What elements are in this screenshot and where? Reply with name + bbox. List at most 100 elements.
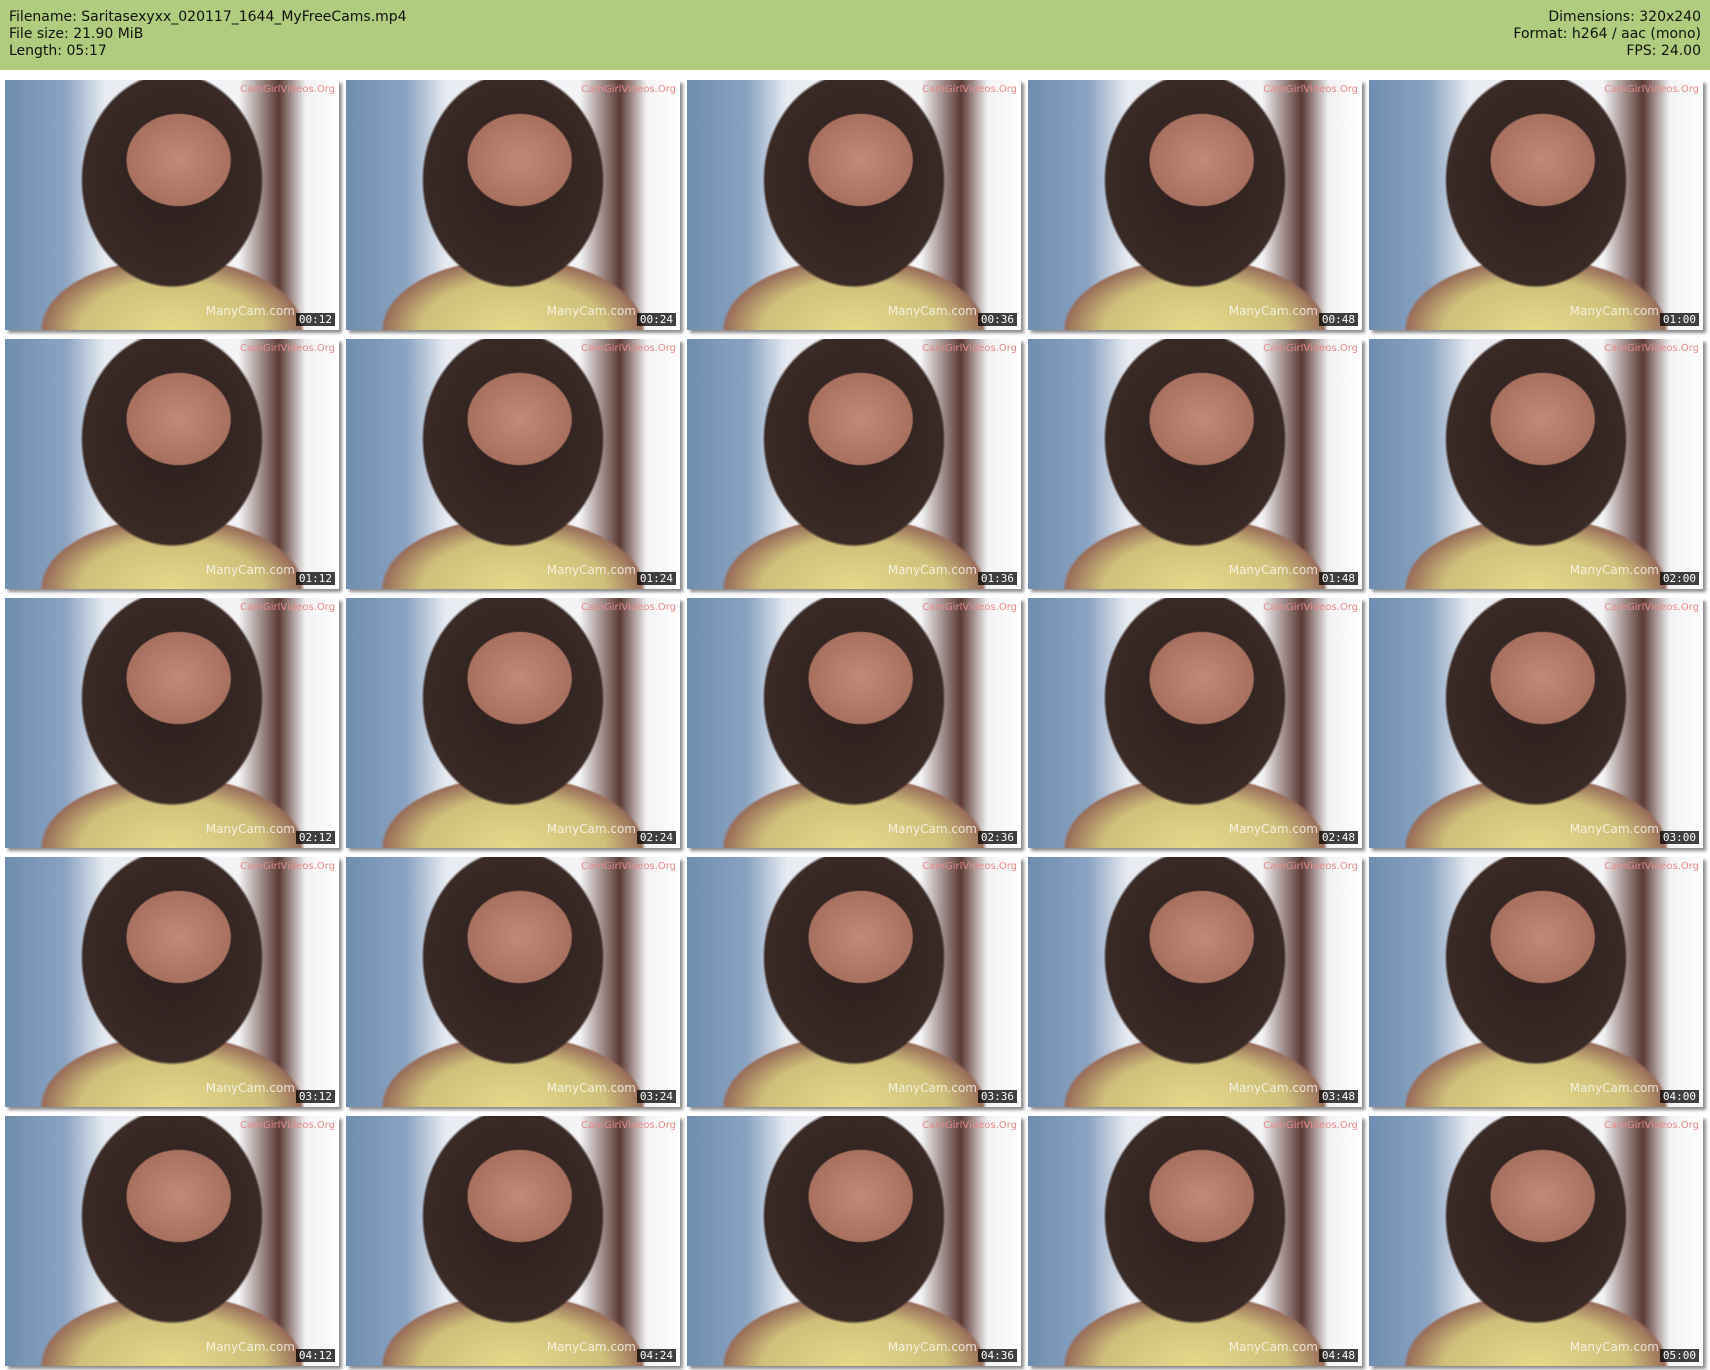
video-thumbnail[interactable]: CamGirlVideos.Org ManyCam.com 04:48 [1028, 1116, 1362, 1366]
watermark-bottom: ManyCam.com [1569, 563, 1659, 577]
watermark-top: CamGirlVideos.Org [240, 602, 335, 613]
watermark-top: CamGirlVideos.Org [922, 84, 1017, 95]
video-thumbnail[interactable]: CamGirlVideos.Org ManyCam.com 00:12 [5, 80, 339, 330]
watermark-top: CamGirlVideos.Org [581, 861, 676, 872]
watermark-top: CamGirlVideos.Org [1263, 602, 1358, 613]
timestamp: 01:48 [1318, 572, 1358, 585]
watermark-bottom: ManyCam.com [205, 563, 295, 577]
timestamp: 02:36 [977, 831, 1017, 844]
video-thumbnail[interactable]: CamGirlVideos.Org ManyCam.com 04:24 [346, 1116, 680, 1366]
timestamp: 03:36 [977, 1090, 1017, 1103]
video-thumbnail[interactable]: CamGirlVideos.Org ManyCam.com 02:12 [5, 598, 339, 848]
watermark-top: CamGirlVideos.Org [1263, 861, 1358, 872]
watermark-bottom: ManyCam.com [1569, 1340, 1659, 1354]
watermark-top: CamGirlVideos.Org [240, 1120, 335, 1131]
watermark-top: CamGirlVideos.Org [240, 343, 335, 354]
watermark-top: CamGirlVideos.Org [922, 861, 1017, 872]
video-thumbnail[interactable]: CamGirlVideos.Org ManyCam.com 03:00 [1369, 598, 1703, 848]
watermark-top: CamGirlVideos.Org [1604, 1120, 1699, 1131]
video-thumbnail[interactable]: CamGirlVideos.Org ManyCam.com 04:36 [687, 1116, 1021, 1366]
length: Length: 05:17 [9, 43, 107, 59]
timestamp: 04:00 [1659, 1090, 1699, 1103]
video-thumbnail[interactable]: CamGirlVideos.Org ManyCam.com 02:48 [1028, 598, 1362, 848]
file-size: File size: 21.90 MiB [9, 26, 144, 42]
timestamp: 02:00 [1659, 572, 1699, 585]
timestamp: 02:48 [1318, 831, 1358, 844]
watermark-bottom: ManyCam.com [1228, 1081, 1318, 1095]
timestamp: 04:48 [1318, 1349, 1358, 1362]
video-thumbnail[interactable]: CamGirlVideos.Org ManyCam.com 01:36 [687, 339, 1021, 589]
watermark-top: CamGirlVideos.Org [240, 861, 335, 872]
thumbnail-grid: CamGirlVideos.Org ManyCam.com 00:12 CamGirl… [5, 80, 1703, 1366]
timestamp: 01:24 [636, 572, 676, 585]
info-right: Dimensions: 320x240 Format: h264 / aac (… [1513, 9, 1701, 60]
watermark-bottom: ManyCam.com [1228, 563, 1318, 577]
video-thumbnail[interactable]: CamGirlVideos.Org ManyCam.com 05:00 [1369, 1116, 1703, 1366]
watermark-top: CamGirlVideos.Org [1604, 343, 1699, 354]
timestamp: 03:24 [636, 1090, 676, 1103]
video-thumbnail[interactable]: CamGirlVideos.Org ManyCam.com 02:24 [346, 598, 680, 848]
watermark-top: CamGirlVideos.Org [922, 343, 1017, 354]
timestamp: 00:36 [977, 313, 1017, 326]
timestamp: 03:48 [1318, 1090, 1358, 1103]
video-thumbnail[interactable]: CamGirlVideos.Org ManyCam.com 03:48 [1028, 857, 1362, 1107]
watermark-bottom: ManyCam.com [205, 304, 295, 318]
watermark-top: CamGirlVideos.Org [922, 1120, 1017, 1131]
video-thumbnail[interactable]: CamGirlVideos.Org ManyCam.com 02:00 [1369, 339, 1703, 589]
timestamp: 04:36 [977, 1349, 1017, 1362]
watermark-top: CamGirlVideos.Org [1263, 1120, 1358, 1131]
timestamp: 01:36 [977, 572, 1017, 585]
video-thumbnail[interactable]: CamGirlVideos.Org ManyCam.com 02:36 [687, 598, 1021, 848]
video-thumbnail[interactable]: CamGirlVideos.Org ManyCam.com 00:48 [1028, 80, 1362, 330]
video-thumbnail[interactable]: CamGirlVideos.Org ManyCam.com 04:12 [5, 1116, 339, 1366]
video-thumbnail[interactable]: CamGirlVideos.Org ManyCam.com 03:36 [687, 857, 1021, 1107]
watermark-bottom: ManyCam.com [887, 304, 977, 318]
watermark-bottom: ManyCam.com [887, 563, 977, 577]
timestamp: 01:12 [295, 572, 335, 585]
timestamp: 05:00 [1659, 1349, 1699, 1362]
watermark-bottom: ManyCam.com [205, 1081, 295, 1095]
fps: FPS: 24.00 [1626, 43, 1701, 59]
timestamp: 02:24 [636, 831, 676, 844]
watermark-bottom: ManyCam.com [887, 822, 977, 836]
watermark-bottom: ManyCam.com [546, 1081, 636, 1095]
video-thumbnail[interactable]: CamGirlVideos.Org ManyCam.com 01:48 [1028, 339, 1362, 589]
watermark-top: CamGirlVideos.Org [1263, 84, 1358, 95]
watermark-bottom: ManyCam.com [1569, 822, 1659, 836]
watermark-top: CamGirlVideos.Org [240, 84, 335, 95]
watermark-top: CamGirlVideos.Org [581, 1120, 676, 1131]
video-thumbnail[interactable]: CamGirlVideos.Org ManyCam.com 01:24 [346, 339, 680, 589]
watermark-top: CamGirlVideos.Org [581, 84, 676, 95]
timestamp: 00:48 [1318, 313, 1358, 326]
watermark-bottom: ManyCam.com [546, 304, 636, 318]
timestamp: 04:12 [295, 1349, 335, 1362]
timestamp: 00:12 [295, 313, 335, 326]
watermark-bottom: ManyCam.com [205, 822, 295, 836]
watermark-top: CamGirlVideos.Org [581, 343, 676, 354]
info-left: Filename: Saritasexyxx_020117_1644_MyFre… [9, 9, 407, 60]
video-thumbnail[interactable]: CamGirlVideos.Org ManyCam.com 03:24 [346, 857, 680, 1107]
video-thumbnail[interactable]: CamGirlVideos.Org ManyCam.com 01:00 [1369, 80, 1703, 330]
timestamp: 04:24 [636, 1349, 676, 1362]
video-thumbnail[interactable]: CamGirlVideos.Org ManyCam.com 01:12 [5, 339, 339, 589]
watermark-top: CamGirlVideos.Org [1604, 861, 1699, 872]
watermark-top: CamGirlVideos.Org [1263, 343, 1358, 354]
video-thumbnail[interactable]: CamGirlVideos.Org ManyCam.com 04:00 [1369, 857, 1703, 1107]
timestamp: 03:12 [295, 1090, 335, 1103]
watermark-bottom: ManyCam.com [546, 563, 636, 577]
video-thumbnail[interactable]: CamGirlVideos.Org ManyCam.com 00:36 [687, 80, 1021, 330]
watermark-bottom: ManyCam.com [546, 822, 636, 836]
watermark-top: CamGirlVideos.Org [581, 602, 676, 613]
watermark-bottom: ManyCam.com [1228, 1340, 1318, 1354]
watermark-bottom: ManyCam.com [205, 1340, 295, 1354]
watermark-bottom: ManyCam.com [1569, 304, 1659, 318]
filename: Filename: Saritasexyxx_020117_1644_MyFre… [9, 9, 407, 25]
video-thumbnail[interactable]: CamGirlVideos.Org ManyCam.com 00:24 [346, 80, 680, 330]
watermark-top: CamGirlVideos.Org [1604, 84, 1699, 95]
timestamp: 02:12 [295, 831, 335, 844]
video-thumbnail[interactable]: CamGirlVideos.Org ManyCam.com 03:12 [5, 857, 339, 1107]
timestamp: 00:24 [636, 313, 676, 326]
watermark-bottom: ManyCam.com [887, 1340, 977, 1354]
watermark-top: CamGirlVideos.Org [1604, 602, 1699, 613]
watermark-top: CamGirlVideos.Org [922, 602, 1017, 613]
